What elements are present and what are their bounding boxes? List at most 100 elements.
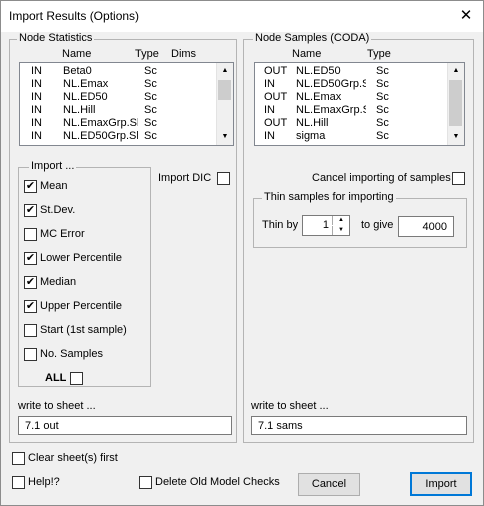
name-cell: NL.ED50Grp.Sl xyxy=(296,78,366,90)
type-cell: Sc xyxy=(144,78,157,90)
name-cell: NL.Emax xyxy=(296,91,342,103)
help-box[interactable] xyxy=(12,476,25,489)
thin-samples-label: Thin samples for importing xyxy=(262,191,396,203)
spin-up-icon[interactable]: ▲ xyxy=(332,216,349,225)
type-cell: Sc xyxy=(144,65,157,77)
io-cell: OUT xyxy=(264,65,288,77)
io-cell: OUT xyxy=(264,117,288,129)
to-give-label: to give xyxy=(361,219,394,231)
checkbox-box[interactable]: ✔ xyxy=(24,204,37,217)
type-cell: Sc xyxy=(376,130,389,142)
name-cell: NL.EmaxGrp.Sl xyxy=(63,117,138,129)
import-option-label: Lower Percentile xyxy=(40,252,122,264)
thin-by-label: Thin by xyxy=(262,219,299,231)
node-statistics-label: Node Statistics xyxy=(17,32,95,44)
import-option-label: Mean xyxy=(40,180,68,192)
list-item[interactable]: IN NL.ED50 Sc xyxy=(20,91,233,104)
name-cell: sigma xyxy=(296,130,326,142)
io-cell: IN xyxy=(31,91,42,103)
list-item[interactable]: IN NL.EmaxGrp.Sl Sc xyxy=(255,104,464,117)
io-cell: IN xyxy=(31,65,42,77)
list-item[interactable]: IN NL.ED50Grp.Sl Sc xyxy=(255,78,464,91)
checkbox-box[interactable]: ✔ xyxy=(24,276,37,289)
import-option-label: Median xyxy=(40,276,77,288)
name-cell: NL.Hill xyxy=(296,117,329,129)
right-sheet-label: write to sheet ... xyxy=(251,400,329,412)
list-item[interactable]: IN NL.ED50Grp.Sl Sc xyxy=(20,130,233,143)
import-option-label: Start (1st sample) xyxy=(40,324,127,336)
name-cell: Beta0 xyxy=(63,65,92,77)
checkbox-box[interactable]: ✔ xyxy=(24,300,37,313)
io-cell: IN xyxy=(264,130,275,142)
type-cell: Sc xyxy=(144,130,157,142)
right-sheet-input[interactable]: 7.1 sams xyxy=(251,416,467,435)
type-cell: Sc xyxy=(376,91,389,103)
clear-sheets-label: Clear sheet(s) first xyxy=(28,452,118,464)
io-cell: IN xyxy=(31,117,42,129)
samples-col-type-header: Type xyxy=(367,48,391,60)
col-dims-header: Dims xyxy=(171,48,197,60)
delete-checks-label: Delete Old Model Checks xyxy=(155,476,280,488)
samples-col-name-header: Name xyxy=(292,48,322,60)
checkbox-box[interactable] xyxy=(24,348,37,361)
checkbox-box[interactable]: ✔ xyxy=(24,252,37,265)
list-item[interactable]: IN NL.EmaxGrp.Sl Sc xyxy=(20,117,233,130)
title-bar: Import Results (Options) ✕ xyxy=(1,1,483,32)
import-option-label: St.Dev. xyxy=(40,204,76,216)
list-item[interactable]: IN sigma Sc xyxy=(255,130,464,143)
type-cell: Sc xyxy=(144,117,157,129)
name-cell: NL.ED50 xyxy=(63,91,108,103)
io-cell: IN xyxy=(31,104,42,116)
import-group-label: Import ... xyxy=(29,160,77,172)
io-cell: IN xyxy=(264,78,275,90)
type-cell: Sc xyxy=(144,104,157,116)
list-item[interactable]: OUT NL.ED50 Sc xyxy=(255,65,464,78)
cancel-button[interactable]: Cancel xyxy=(298,473,360,496)
node-samples-label: Node Samples (CODA) xyxy=(253,32,372,44)
import-dic-label: Import DIC xyxy=(158,172,212,184)
cancel-importing-label: Cancel importing of samples xyxy=(312,172,451,184)
all-label: ALL xyxy=(45,372,67,384)
checkbox-box[interactable] xyxy=(24,228,37,241)
type-cell: Sc xyxy=(376,117,389,129)
checkbox-box[interactable] xyxy=(24,324,37,337)
type-cell: Sc xyxy=(376,78,389,90)
import-button[interactable]: Import xyxy=(410,472,472,496)
io-cell: IN xyxy=(264,104,275,116)
io-cell: OUT xyxy=(264,91,288,103)
list-item[interactable]: IN NL.Hill Sc xyxy=(20,104,233,117)
left-sheet-label: write to sheet ... xyxy=(18,400,96,412)
io-cell: IN xyxy=(31,130,42,142)
all-box[interactable] xyxy=(70,372,83,385)
list-item[interactable]: IN NL.Emax Sc xyxy=(20,78,233,91)
list-item[interactable]: OUT NL.Emax Sc xyxy=(255,91,464,104)
node-samples-list[interactable]: ▲ ▼ OUT NL.ED50 Sc IN NL.ED50Grp.Sl Sc OUT NL.E… xyxy=(254,62,465,146)
window-title: Import Results (Options) xyxy=(9,9,140,23)
close-icon[interactable]: ✕ xyxy=(453,4,479,28)
cancel-importing-box[interactable] xyxy=(452,172,465,185)
io-cell: IN xyxy=(31,78,42,90)
list-item[interactable]: IN Beta0 Sc xyxy=(20,65,233,78)
import-option-label: MC Error xyxy=(40,228,85,240)
import-results-dialog: Import Results (Options) ✕ Node Statisti… xyxy=(0,0,484,506)
name-cell: NL.Hill xyxy=(63,104,96,116)
name-cell: NL.EmaxGrp.Sl xyxy=(296,104,366,116)
import-option-label: No. Samples xyxy=(40,348,103,360)
delete-checks-box[interactable] xyxy=(139,476,152,489)
spin-down-icon[interactable]: ▼ xyxy=(332,226,349,235)
list-item[interactable]: OUT NL.Hill Sc xyxy=(255,117,464,130)
import-dic-box[interactable] xyxy=(217,172,230,185)
type-cell: Sc xyxy=(376,104,389,116)
node-statistics-list[interactable]: ▲ ▼ IN Beta0 Sc IN NL.Emax Sc IN NL.ED50 Sc IN NL.… xyxy=(19,62,234,146)
left-sheet-input[interactable]: 7.1 out xyxy=(18,416,232,435)
type-cell: Sc xyxy=(144,91,157,103)
checkbox-box[interactable]: ✔ xyxy=(24,180,37,193)
type-cell: Sc xyxy=(376,65,389,77)
col-name-header: Name xyxy=(62,48,92,60)
thin-by-spinner[interactable]: 1 ▲ ▼ xyxy=(302,215,350,236)
clear-sheets-box[interactable] xyxy=(12,452,25,465)
to-give-value[interactable]: 4000 xyxy=(398,216,454,237)
col-type-header: Type xyxy=(135,48,159,60)
name-cell: NL.ED50Grp.Sl xyxy=(63,130,138,142)
help-label: Help!? xyxy=(28,476,60,488)
